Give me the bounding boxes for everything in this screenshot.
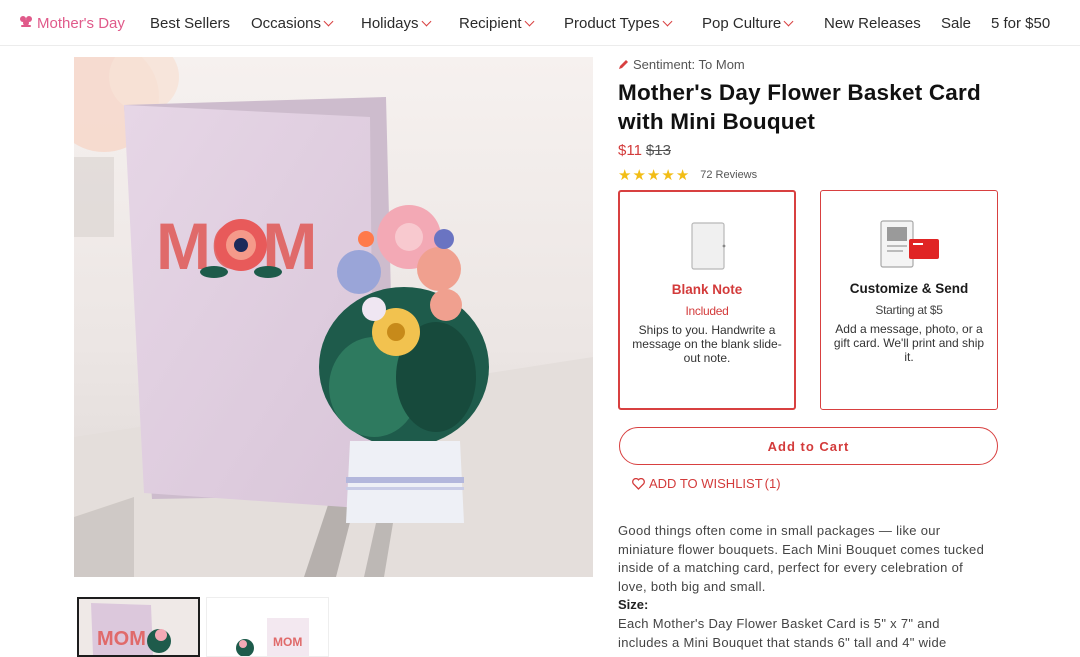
nav-mothers-day[interactable]: Mother's Day (19, 15, 125, 32)
chevron-down-icon (783, 16, 794, 27)
option-subtitle: Included (685, 304, 729, 318)
star-icon: ★ (632, 167, 646, 184)
blank-note-icon (620, 220, 794, 272)
nav-label: New Releases (824, 15, 921, 32)
nav-label: Mother's Day (37, 15, 125, 32)
product-rating[interactable]: ★ ★ ★ ★ ★ 72 Reviews (618, 166, 757, 184)
nav-label: 5 for $50 (991, 15, 1051, 32)
nav-label: Sale (941, 15, 972, 32)
top-nav: Mother's Day Best Sellers Occasions Holi… (0, 0, 1080, 46)
thumbnail-image: MOM (207, 598, 328, 656)
review-count[interactable]: 72 Reviews (700, 169, 757, 181)
nav-label: Pop Culture (702, 15, 782, 32)
star-icon: ★ (646, 167, 661, 184)
option-title: Blank Note (671, 282, 743, 297)
chevron-down-icon (421, 16, 431, 27)
option-blank-note[interactable]: Blank Note Included Ships to you. Handwr… (618, 190, 796, 410)
nav-new-releases[interactable]: New Releases (824, 15, 921, 32)
option-title: Customize & Send (849, 281, 969, 296)
add-to-cart-button[interactable]: Add to Cart (619, 427, 998, 465)
nav-label: Best Sellers (150, 15, 231, 32)
nav-label: Product Types (564, 15, 660, 32)
product-description: Good things often come in small packages… (618, 523, 985, 594)
wishlist-label: ADD TO WISHLIST (649, 476, 763, 491)
product-title: Mother's Day Flower Basket Card with Min… (618, 80, 981, 134)
option-description: Add a message, photo, or a gift card. We… (833, 322, 985, 364)
product-main-image[interactable]: MOM (74, 57, 593, 577)
thumbnail-2[interactable]: MOM (206, 597, 329, 657)
sentiment-text: Sentiment: To Mom (633, 57, 745, 72)
nav-product-types[interactable]: Product Types (564, 15, 673, 32)
nav-best-sellers[interactable]: Best Sellers (150, 15, 230, 32)
thumbnail-mom-text: MOM (273, 635, 302, 649)
wishlist-count: (1) (764, 476, 781, 491)
thumbnail-image: MOM (79, 599, 198, 655)
nav-sale[interactable]: Sale (941, 15, 971, 32)
size-description: Each Mother's Day Flower Basket Card is … (618, 616, 947, 650)
product-photo: MOM (74, 57, 593, 577)
sentiment-label: Sentiment: To Mom (618, 57, 745, 72)
customize-card-icon (821, 219, 997, 271)
chevron-down-icon (662, 16, 673, 27)
original-price: $13 (645, 142, 671, 159)
thumbnail-1[interactable]: MOM (77, 597, 200, 657)
nav-recipient[interactable]: Recipient (459, 15, 534, 32)
size-heading: Size: (618, 597, 649, 612)
nav-holidays[interactable]: Holidays (361, 15, 431, 32)
star-icon: ★ (661, 167, 675, 184)
thumbnail-mom-text: MOM (97, 628, 146, 650)
nav-label: Occasions (251, 15, 322, 32)
heart-icon (632, 477, 645, 490)
product-price: $11 $13 (618, 142, 671, 159)
chevron-down-icon (524, 16, 534, 27)
nav-occasions[interactable]: Occasions (251, 15, 334, 32)
current-price: $11 (618, 142, 642, 159)
chevron-down-icon (323, 16, 334, 27)
nav-pop-culture[interactable]: Pop Culture (702, 15, 794, 32)
nav-label: Recipient (459, 15, 522, 32)
flower-icon (19, 15, 33, 32)
nav-5-for-50[interactable]: 5 for $50 (991, 15, 1050, 32)
add-to-wishlist-link[interactable]: ADD TO WISHLIST (1) (632, 476, 781, 491)
nav-label: Holidays (361, 15, 419, 32)
option-customize-send[interactable]: Customize & Send Starting at $5 Add a me… (820, 190, 998, 410)
star-icon: ★ (675, 167, 690, 184)
option-description: Ships to you. Handwrite a message on the… (632, 323, 782, 365)
option-subtitle: Starting at $5 (875, 303, 943, 317)
pencil-icon (618, 59, 629, 70)
star-icon: ★ (618, 167, 632, 184)
